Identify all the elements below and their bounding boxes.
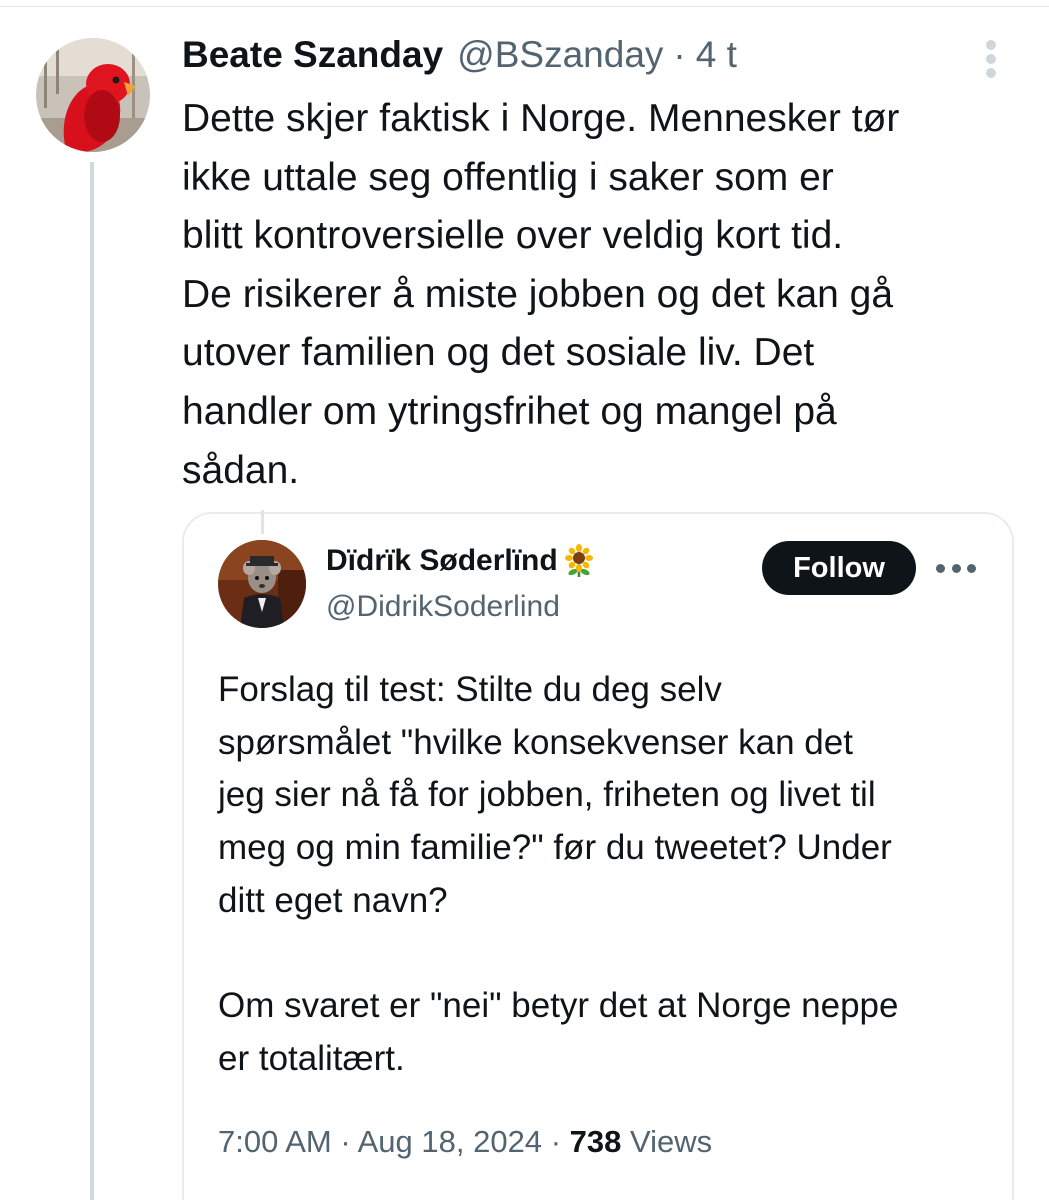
- quoted-author-avatar[interactable]: [218, 540, 306, 628]
- follow-button[interactable]: Follow: [762, 541, 916, 595]
- quoted-author-name-text: Dïdrïk Søderlïnd: [326, 544, 558, 577]
- views-count: 738: [569, 1124, 622, 1159]
- quote-connector: [261, 510, 264, 534]
- top-divider: [0, 6, 1049, 7]
- quoted-text-paragraph-1: Forslag til test: Stilte du deg selv spø…: [218, 670, 892, 920]
- more-vertical-icon[interactable]: [980, 40, 1002, 82]
- sunflower-icon: [564, 544, 593, 577]
- tweet-time[interactable]: 4 t: [696, 34, 737, 76]
- header-separator: ·: [673, 34, 686, 75]
- more-horizontal-icon[interactable]: [936, 564, 976, 574]
- views-label: Views: [630, 1124, 713, 1159]
- meta-separator-2: ·: [550, 1124, 562, 1159]
- quoted-text-paragraph-2: Om svaret er "nei" betyr det at Norge ne…: [218, 986, 899, 1078]
- quoted-tweet-text: Forslag til test: Stilte du deg selv spø…: [218, 664, 1008, 1086]
- author-name[interactable]: Beate Szanday: [182, 34, 443, 76]
- quoted-date[interactable]: Aug 18, 2024: [358, 1124, 542, 1159]
- thread-line: [90, 162, 94, 1200]
- quoted-tweet-meta: 7:00 AM · Aug 18, 2024 · 738 Views: [218, 1124, 712, 1160]
- quoted-time[interactable]: 7:00 AM: [218, 1124, 332, 1159]
- author-avatar[interactable]: [36, 38, 150, 152]
- quoted-author-name[interactable]: Dïdrïk Søderlïnd: [326, 544, 596, 578]
- tweet-header: Beate Szanday @BSzanday · 4 t: [182, 34, 737, 82]
- quoted-author-handle[interactable]: @DidrikSoderlind: [326, 590, 560, 624]
- tweet-page: Beate Szanday @BSzanday · 4 t Dette skje…: [0, 0, 1049, 1200]
- tweet-text: Dette skjer faktisk i Norge. Mennesker t…: [182, 97, 900, 492]
- author-handle[interactable]: @BSzanday: [457, 34, 663, 76]
- meta-separator-1: ·: [340, 1124, 351, 1159]
